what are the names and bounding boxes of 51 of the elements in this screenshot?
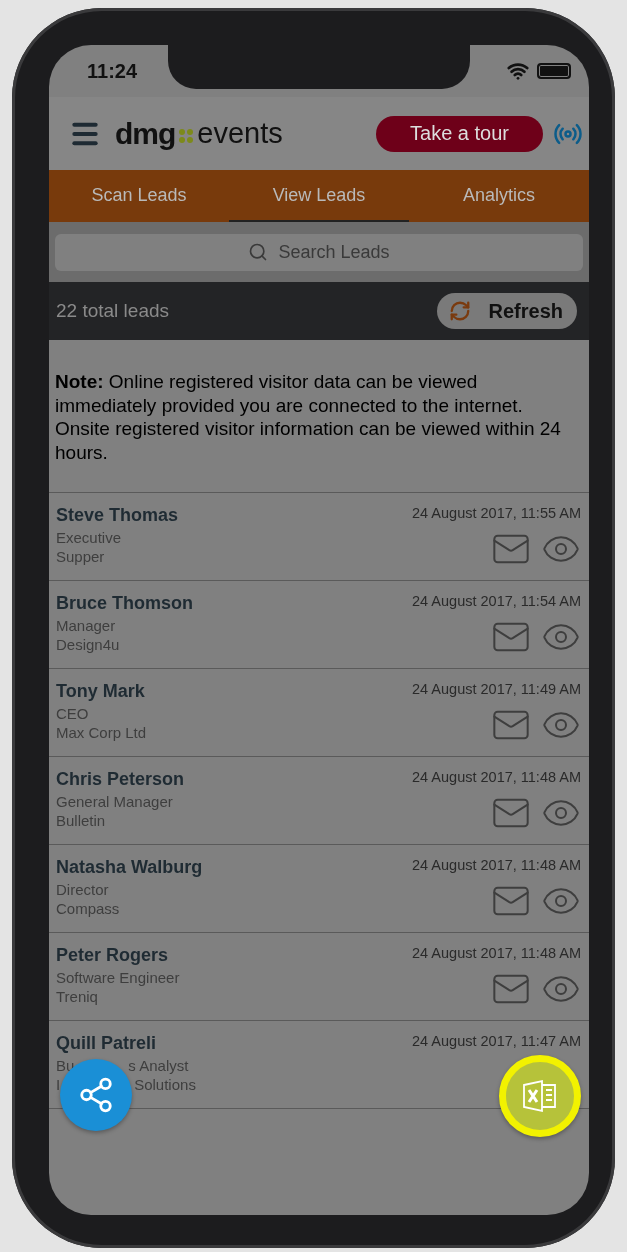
lead-date: 24 August 2017, 11:47 AM: [411, 1033, 581, 1049]
wifi-icon: [507, 60, 529, 82]
lead-name: Bruce Thomson: [56, 593, 193, 614]
lead-title: General Manager: [56, 792, 173, 811]
refresh-icon: [448, 300, 471, 322]
lead-company: Bulletin: [56, 811, 106, 830]
status-time: 11:24: [87, 59, 138, 83]
lead-title: Software Engineer: [56, 968, 180, 987]
lead-company: Compass: [56, 899, 120, 918]
lead-title: Executive: [56, 528, 122, 547]
export-button[interactable]: [499, 1055, 581, 1137]
lead-count: 22 total leads: [56, 300, 170, 322]
dots-icon: [178, 127, 195, 144]
lead-name: Quill Patreli: [56, 1033, 158, 1054]
search-field[interactable]: Search Leads: [55, 233, 583, 271]
tab[interactable]: Analytics: [409, 170, 589, 222]
lead-title: Director: [56, 880, 109, 899]
lead-date: 24 August 2017, 11:48 AM: [411, 945, 581, 961]
lead-company: Treniq: [56, 987, 98, 1006]
logo-text: events: [197, 117, 283, 150]
lead-title: CEO: [56, 704, 89, 723]
note-text: Note: Online registered visitor data can be viewed immediately provided you are connected to the internet. Onsite registered visitor information can be viewed within 24 hours.: [49, 340, 589, 493]
battery-icon: [537, 63, 571, 79]
lead-name: Chris Peterson: [56, 769, 185, 790]
lead-row[interactable]: Peter Rogers Software Engineer Treniq 24 August 2017, 11:48 AM: [49, 933, 589, 1021]
lead-row[interactable]: Chris Peterson General Manager Bulletin 24 August 2017, 11:48 AM: [49, 757, 589, 845]
refresh-button[interactable]: Refresh: [436, 293, 577, 329]
lead-name: Tony Mark: [56, 681, 146, 702]
lead-row[interactable]: Steve Thomas Executive Supper 24 August 2017, 11:55 AM: [49, 493, 589, 581]
lead-company: Solutions: [134, 1075, 196, 1094]
share-icon: [77, 1076, 115, 1114]
lead-name: Steve Thomas: [56, 505, 179, 526]
lead-company: Max Corp Ltd: [56, 723, 147, 742]
lead-name: Peter Rogers: [56, 945, 170, 966]
lead-row[interactable]: Tony Mark CEO Max Corp Ltd 24 August 2017, 11:49 AM: [49, 669, 589, 757]
lead-title: s Analyst: [128, 1056, 189, 1075]
lead-company: Supper: [56, 547, 105, 566]
lead-date: 24 August 2017, 11:55 AM: [411, 505, 581, 521]
lead-row[interactable]: Bruce Thomson Manager Design4u 24 August 2017, 11:54 AM: [49, 581, 589, 669]
search-icon: [248, 242, 269, 262]
lead-company: Design4u: [56, 635, 120, 654]
tab[interactable]: Scan Leads: [49, 170, 229, 222]
lead-title: Manager: [56, 616, 116, 635]
lead-name: Natasha Walburg: [56, 857, 203, 878]
logo-text: dmg: [115, 116, 176, 151]
lead-date: 24 August 2017, 11:48 AM: [411, 857, 581, 873]
lead-date: 24 August 2017, 11:49 AM: [411, 681, 581, 697]
tour-button[interactable]: Take a tour: [376, 115, 543, 152]
lead-date: 24 August 2017, 11:54 AM: [411, 593, 581, 609]
lead-date: 24 August 2017, 11:48 AM: [411, 769, 581, 785]
lead-row[interactable]: Natasha Walburg Director Compass 24 August 2017, 11:48 AM: [49, 845, 589, 933]
